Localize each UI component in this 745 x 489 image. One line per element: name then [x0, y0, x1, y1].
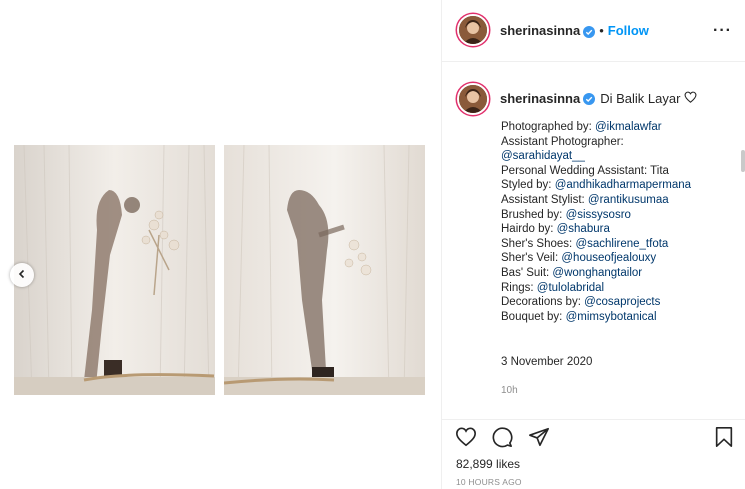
caption-line: Photographed by: @ikmalawfar: [501, 120, 736, 135]
post-side-panel: sherinasinna • Follow ··· sherinasinna D…: [441, 0, 745, 489]
carousel-prev-button[interactable]: [10, 263, 34, 287]
caption-line: Brushed by: @sissysosro: [501, 208, 736, 223]
caption-line-label: Personal Wedding Assistant: Tita: [501, 164, 669, 177]
caption-line-label: Photographed by:: [501, 121, 595, 133]
caption-line: Personal Wedding Assistant: Tita: [501, 164, 736, 179]
heart-icon: [684, 91, 697, 106]
action-bar: 82,899 likes 10 HOURS AGO: [442, 419, 745, 489]
caption-area: sherinasinna Di Balik Layar Photographed…: [442, 63, 745, 419]
mention-link[interactable]: @wonghangtailor: [552, 267, 642, 279]
caption-line: Sher's Veil: @houseofjealouxy: [501, 251, 736, 266]
mention-link[interactable]: @andhikadharmapermana: [555, 179, 691, 191]
chevron-left-icon: [17, 266, 27, 284]
caption-line-label: Brushed by:: [501, 208, 566, 221]
caption-line: Hairdo by: @shabura: [501, 222, 736, 237]
caption-line: Bouquet by: @mimsybotanical: [501, 310, 736, 325]
caption-line: Decorations by: @cosaprojects: [501, 295, 736, 310]
caption-line: @sarahidayat__: [501, 149, 736, 164]
avatar[interactable]: [457, 83, 489, 115]
heart-icon[interactable]: [455, 426, 477, 448]
caption-body: Photographed by: @ikmalawfar Assistant Ph…: [501, 120, 736, 324]
verified-badge-icon: [583, 25, 596, 38]
caption-line-label: Assistant Photographer:: [501, 135, 624, 148]
caption-line-label: Bouquet by:: [501, 310, 566, 323]
caption-line: Rings: @tulolabridal: [501, 281, 736, 296]
mention-link[interactable]: @ikmalawfar: [595, 121, 662, 133]
mention-link[interactable]: @tulolabridal: [537, 282, 604, 294]
post-photo-1: [14, 145, 215, 395]
mention-link[interactable]: @rantikusumaa: [588, 194, 669, 206]
verified-badge-icon: [583, 92, 596, 105]
caption-username-link[interactable]: sherinasinna: [500, 91, 580, 106]
post-photo-2: [224, 145, 425, 395]
post-header: sherinasinna • Follow ···: [442, 0, 745, 62]
caption-line-label: Sher's Veil:: [501, 252, 562, 265]
likes-count[interactable]: 82,899 likes: [456, 457, 520, 471]
caption-line-label: Rings:: [501, 281, 537, 294]
caption-scrollbar[interactable]: [741, 150, 745, 172]
mention-link[interactable]: @houseofjealouxy: [561, 252, 656, 264]
caption-line-label: Styled by:: [501, 179, 555, 192]
caption-line: Assistant Photographer:: [501, 135, 736, 150]
more-icon[interactable]: ···: [713, 22, 732, 40]
mention-link[interactable]: @cosaprojects: [584, 296, 660, 308]
username-link[interactable]: sherinasinna: [500, 23, 580, 38]
caption-date: 3 November 2020: [501, 356, 593, 368]
share-icon[interactable]: [528, 426, 550, 448]
caption-time: 10h: [501, 385, 518, 396]
mention-link[interactable]: @sachlirene_tfota: [575, 238, 668, 250]
caption-line-label: Assistant Stylist:: [501, 193, 588, 206]
mention-link[interactable]: @shabura: [557, 223, 610, 235]
mention-link[interactable]: @sissysosro: [566, 209, 631, 221]
caption-line: Bas' Suit: @wonghangtailor: [501, 266, 736, 281]
follow-button[interactable]: Follow: [608, 23, 649, 38]
post-timestamp: 10 HOURS AGO: [456, 477, 522, 487]
caption-line: Styled by: @andhikadharmapermana: [501, 178, 736, 193]
separator-dot: •: [599, 23, 604, 38]
caption-line: Assistant Stylist: @rantikusumaa: [501, 193, 736, 208]
caption-line-label: Hairdo by:: [501, 223, 557, 236]
bookmark-icon[interactable]: [713, 426, 735, 448]
mention-link[interactable]: @sarahidayat__: [501, 150, 585, 162]
post-media: [0, 0, 441, 489]
caption-title: Di Balik Layar: [600, 91, 681, 106]
mention-link[interactable]: @mimsybotanical: [566, 311, 657, 323]
caption-line-label: Bas' Suit:: [501, 266, 553, 279]
avatar[interactable]: [457, 14, 489, 46]
caption-line: Sher's Shoes: @sachlirene_tfota: [501, 237, 736, 252]
caption-line-label: Sher's Shoes:: [501, 237, 576, 250]
caption-line-label: Decorations by:: [501, 296, 585, 309]
comment-icon[interactable]: [491, 426, 513, 448]
